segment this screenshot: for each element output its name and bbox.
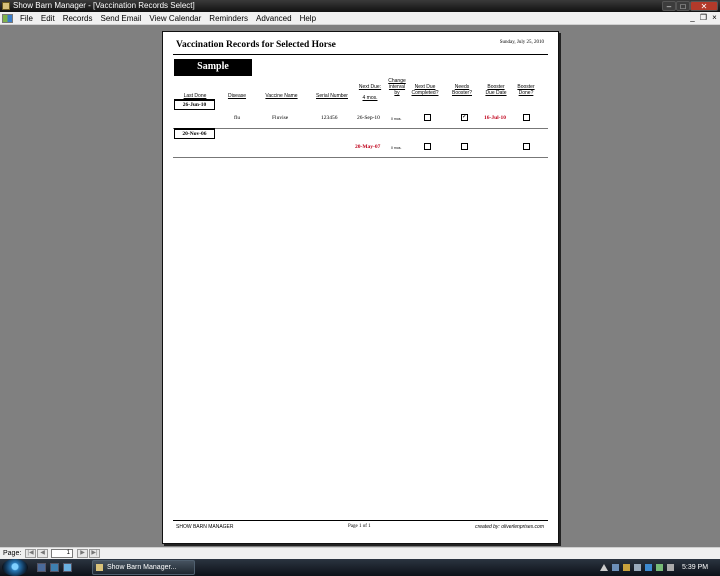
tray-app-icon[interactable]: [667, 564, 674, 571]
col-vaccine-name: Vaccine Name: [265, 93, 298, 99]
booster-done-checkbox[interactable]: [523, 114, 530, 121]
doc-restore-button[interactable]: ❐: [699, 14, 708, 23]
footer-credit: created by: oliverlenprises.com: [475, 524, 544, 530]
close-button[interactable]: ✕: [690, 1, 718, 11]
col-needs-booster: Needs Booster?: [451, 84, 472, 96]
app-icon: [2, 2, 10, 10]
taskbar: Show Barn Manager... 5:39 PM: [0, 559, 720, 576]
col-booster-due-date: Booster Due Date: [485, 84, 507, 96]
window-title: Show Barn Manager - [Vaccination Records…: [13, 1, 195, 10]
menu-edit[interactable]: Edit: [41, 12, 60, 25]
show-desktop-icon[interactable]: [37, 563, 46, 572]
footer-page-number: Page 1 of 1: [348, 524, 371, 529]
needs-booster-checkbox[interactable]: [461, 143, 468, 150]
prev-page-button[interactable]: ◀: [37, 549, 48, 558]
col-disease: Disease: [227, 93, 247, 99]
clock[interactable]: 5:39 PM: [682, 560, 708, 575]
footer-app-name: SHOW BARN MANAGER: [176, 524, 234, 530]
horse-name: Sample: [174, 59, 252, 76]
maximize-button[interactable]: □: [676, 1, 690, 11]
security-icon[interactable]: [623, 564, 630, 571]
booster-done-checkbox[interactable]: [523, 143, 530, 150]
menu-send-email[interactable]: Send Email: [100, 12, 146, 25]
doc-minimize-button[interactable]: _: [688, 14, 697, 23]
record-date-tag: 20-Nov-06: [174, 128, 215, 139]
volume-icon[interactable]: [634, 564, 641, 571]
col-serial-number: Serial Number: [316, 93, 348, 99]
record-next-due: 20-May-07: [355, 144, 381, 150]
record-booster-due: 16-Jul-10: [484, 115, 506, 121]
bluetooth-icon[interactable]: [645, 564, 652, 571]
record-vaccine: Fluvise: [272, 115, 289, 121]
title-bar: Show Barn Manager - [Vaccination Records…: [0, 0, 720, 12]
record-change-interval: 0 mos.: [391, 117, 402, 121]
switch-windows-icon[interactable]: [50, 563, 59, 572]
record-divider: [173, 128, 548, 129]
menu-advanced[interactable]: Advanced: [256, 12, 297, 25]
page-navigation-bar: Page: |◀ ◀ 1 ▶ ▶|: [0, 547, 720, 559]
minimize-button[interactable]: –: [662, 1, 676, 11]
record-change-interval: 0 mos.: [391, 146, 402, 150]
menu-bar: File Edit Records Send Email View Calend…: [0, 12, 720, 25]
menu-view-calendar[interactable]: View Calendar: [149, 12, 206, 25]
menu-file[interactable]: File: [20, 12, 38, 25]
needs-booster-checkbox[interactable]: ✓: [461, 114, 468, 121]
footer-rule: [173, 520, 548, 521]
col-booster-done: Booster Done?: [517, 84, 535, 96]
col-next-due-completed: Next Due Completed?: [411, 84, 439, 96]
record-disease: flu: [234, 115, 241, 121]
header-rule: [173, 54, 548, 55]
page-label: Page:: [3, 550, 22, 557]
report-title: Vaccination Records for Selected Horse: [176, 40, 336, 50]
document-icon[interactable]: [2, 14, 13, 23]
doc-close-button[interactable]: ×: [710, 14, 719, 23]
first-page-button[interactable]: |◀: [25, 549, 36, 558]
taskbar-app-button[interactable]: Show Barn Manager...: [92, 560, 195, 575]
taskbar-app-label: Show Barn Manager...: [107, 564, 177, 571]
internet-explorer-icon[interactable]: [63, 563, 72, 572]
start-button[interactable]: [2, 559, 28, 576]
next-page-button[interactable]: ▶: [77, 549, 88, 558]
record-serial: 123456: [321, 115, 338, 121]
tray-expand-icon[interactable]: [600, 564, 608, 571]
report-date: Sunday, July 25, 2010: [499, 40, 544, 45]
power-icon[interactable]: [656, 564, 663, 571]
menu-records[interactable]: Records: [63, 12, 98, 25]
last-page-button[interactable]: ▶|: [89, 549, 100, 558]
report-page: Vaccination Records for Selected Horse S…: [162, 31, 559, 544]
record-date-tag: 26-Jun-10: [174, 99, 215, 110]
network-icon[interactable]: [612, 564, 619, 571]
next-due-completed-checkbox[interactable]: [424, 143, 431, 150]
next-due-completed-checkbox[interactable]: [424, 114, 431, 121]
menu-reminders[interactable]: Reminders: [209, 12, 253, 25]
record-next-due: 26-Sep-10: [357, 115, 380, 121]
record-divider: [173, 157, 548, 158]
app-icon: [96, 564, 103, 571]
menu-help[interactable]: Help: [300, 12, 321, 25]
page-number-input[interactable]: 1: [51, 549, 73, 558]
